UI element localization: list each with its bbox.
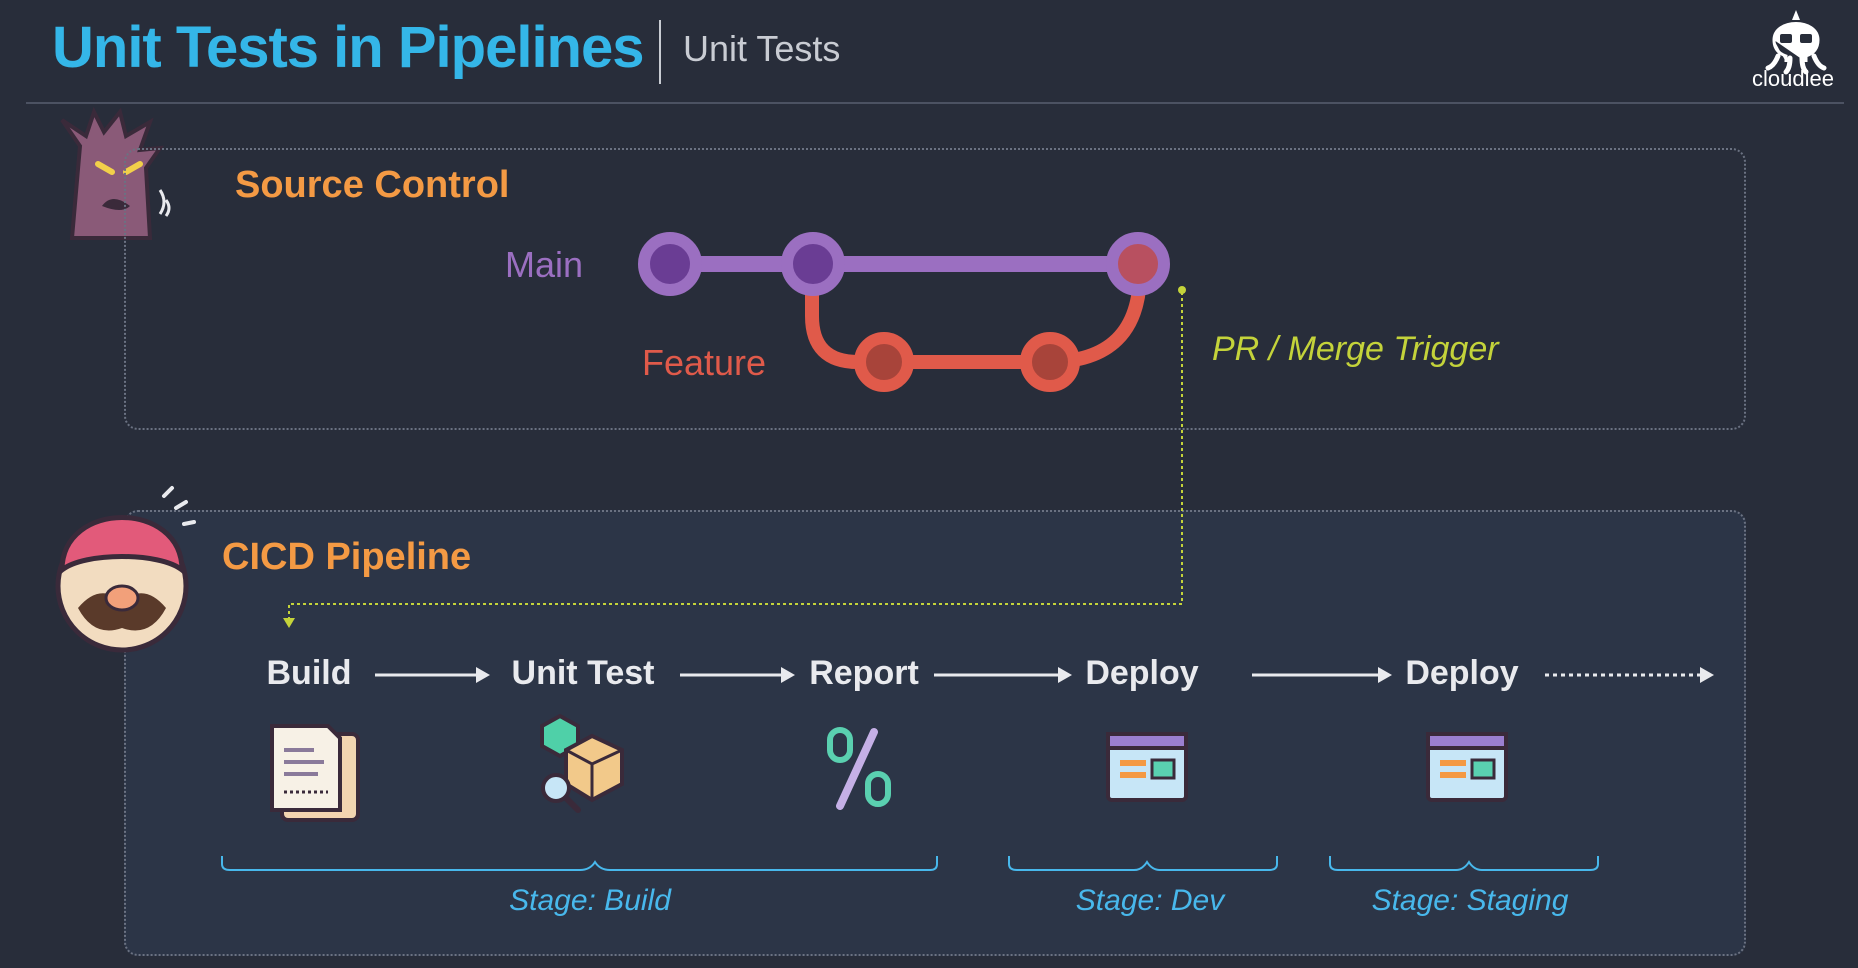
stage-label-build: Build xyxy=(266,654,352,692)
percent-icon xyxy=(827,727,891,810)
stage-group-staging: Stage: Staging xyxy=(1371,884,1569,917)
source-control-title: Source Control xyxy=(235,164,510,206)
trigger-label: PR / Merge Trigger xyxy=(1212,330,1499,368)
stage-label-unit-test: Unit Test xyxy=(511,654,655,692)
diagram-graphics xyxy=(55,10,1827,871)
stage-group-braces xyxy=(221,856,1599,871)
main-branch-label: Main xyxy=(505,244,584,285)
brand-name: cloudlee xyxy=(1752,66,1834,91)
header-divider xyxy=(26,102,1844,104)
document-icon xyxy=(270,724,360,822)
browser-window-icon xyxy=(1106,732,1188,802)
cloudlee-logo-icon xyxy=(1765,10,1827,75)
stage-label-deploy-dev: Deploy xyxy=(1085,654,1199,692)
package-test-icon xyxy=(540,713,624,813)
mario-mascot-icon xyxy=(55,486,196,653)
cicd-pipeline-title: CICD Pipeline xyxy=(222,536,472,578)
stage-label-deploy-staging: Deploy xyxy=(1405,654,1519,692)
browser-window-icon xyxy=(1426,732,1508,802)
stage-group-dev: Stage: Dev xyxy=(1075,884,1225,917)
stage-group-build: Stage: Build xyxy=(509,884,671,917)
feature-branch-label: Feature xyxy=(642,342,767,383)
stage-label-report: Report xyxy=(809,654,919,692)
